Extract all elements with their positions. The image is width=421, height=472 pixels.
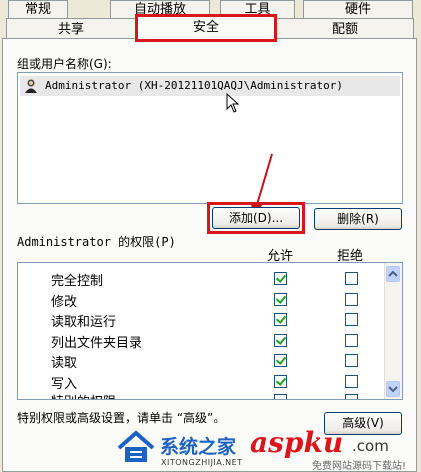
watermark-band: 系统之家 XITONGZHIJIA.NET aspku .com 免费网站源码下… xyxy=(0,426,421,472)
watermark-brand: 系统之家 xyxy=(160,436,237,458)
deny-checkbox[interactable] xyxy=(345,394,358,399)
deny-checkbox[interactable] xyxy=(345,293,358,306)
deny-checkbox[interactable] xyxy=(345,313,358,326)
deny-checkbox[interactable] xyxy=(345,272,358,285)
watermark-site: aspku xyxy=(250,426,344,459)
mouse-cursor-icon xyxy=(226,92,240,116)
allow-checkbox[interactable] xyxy=(274,272,287,285)
allow-checkbox[interactable] xyxy=(274,313,287,326)
permission-name: 列出文件夹目录 xyxy=(51,336,143,351)
deny-checkbox[interactable] xyxy=(345,375,358,388)
groups-list[interactable]: Administrator (XH-20121101QAQJ\Administr… xyxy=(17,72,403,204)
user-entry-label: Administrator (XH-20121101QAQJ\Administr… xyxy=(45,79,344,92)
deny-checkbox[interactable] xyxy=(345,354,358,367)
groups-label: 组或用户名称(G): xyxy=(17,57,112,71)
tab-sharing[interactable]: 共享 xyxy=(6,18,136,39)
remove-button[interactable]: 删除(R) xyxy=(314,208,402,230)
watermark-slogan: 免费网站源码下载站! xyxy=(312,461,407,472)
permission-name: 读取和运行 xyxy=(51,315,117,330)
security-tab-highlight xyxy=(135,14,277,42)
permissions-scrollbar[interactable] xyxy=(384,263,402,399)
permission-name: 完全控制 xyxy=(51,274,104,289)
deny-checkbox[interactable] xyxy=(345,334,358,347)
permission-name: 读取 xyxy=(51,356,78,371)
allow-checkbox[interactable] xyxy=(274,293,287,306)
permission-name: 修改 xyxy=(51,295,78,310)
watermark-tld: .com xyxy=(352,437,389,455)
tab-quota[interactable]: 配额 xyxy=(276,18,414,39)
permissions-list[interactable]: 完全控制 修改 读取和运行 列出文件夹目录 读取 写入 特别的权限 xyxy=(17,262,403,400)
tab-hardware[interactable]: 硬件 xyxy=(303,0,413,18)
allow-checkbox[interactable] xyxy=(274,334,287,347)
add-button-highlight xyxy=(207,202,305,234)
scroll-down-icon[interactable] xyxy=(386,381,400,397)
special-permissions-note: 特别权限或高级设置，请单击 “高级”。 xyxy=(17,411,226,425)
permission-name: 特别的权限 xyxy=(51,391,116,399)
house-logo-icon xyxy=(115,430,157,467)
allow-checkbox[interactable] xyxy=(274,354,287,367)
user-row[interactable]: Administrator (XH-20121101QAQJ\Administr… xyxy=(20,76,400,96)
permission-name: 写入 xyxy=(51,377,78,392)
scroll-up-icon[interactable] xyxy=(386,266,400,282)
permissions-label: Administrator 的权限(P) xyxy=(17,235,176,249)
user-icon xyxy=(23,78,39,94)
allow-checkbox[interactable] xyxy=(274,394,287,399)
watermark-url: XITONGZHIJIA.NET xyxy=(161,458,243,467)
tab-general[interactable]: 常规 xyxy=(8,0,68,18)
allow-checkbox[interactable] xyxy=(274,375,287,388)
